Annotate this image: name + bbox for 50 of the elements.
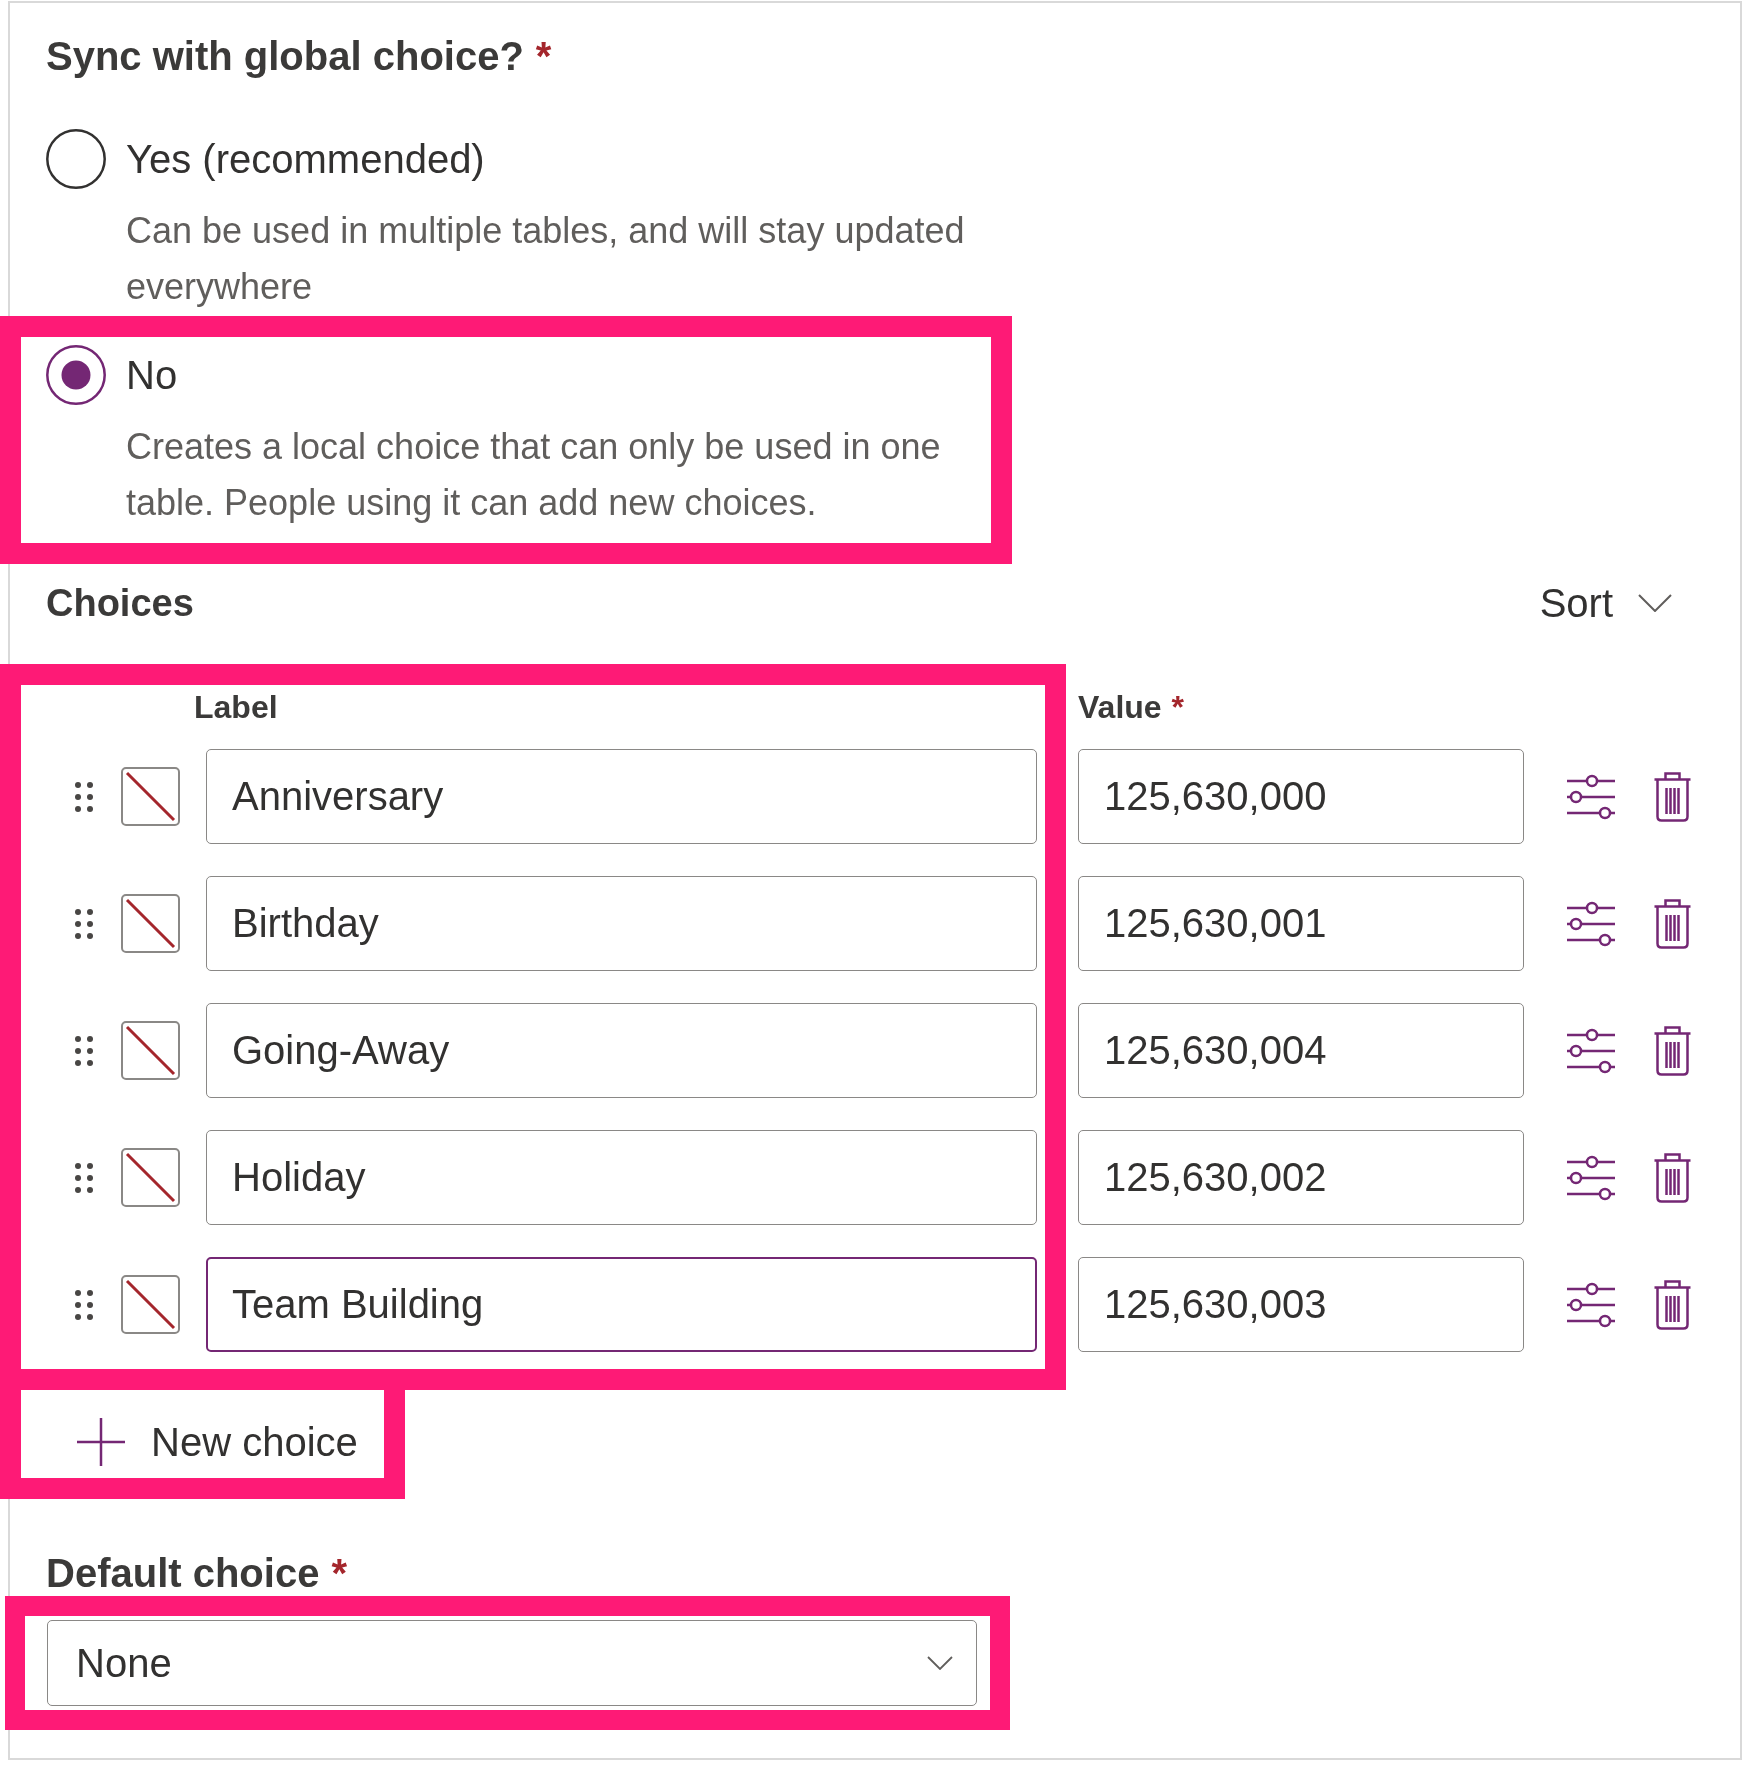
required-asterisk: * <box>331 1550 347 1596</box>
chevron-down-icon <box>927 1656 953 1670</box>
field-label: Default choice <box>46 1550 320 1596</box>
column-header: Value <box>1078 688 1162 726</box>
column-header: Label <box>194 688 278 726</box>
drag-handle-icon[interactable] <box>74 780 94 813</box>
radio-button[interactable] <box>46 129 106 189</box>
drag-handle-icon[interactable] <box>74 1161 94 1194</box>
option-description: Can be used in multiple tables, and will stay updated everywhere <box>126 209 966 309</box>
option-label: Yes (recommended) <box>126 136 485 183</box>
radio-button[interactable] <box>46 345 106 405</box>
sliders-icon[interactable] <box>1566 773 1616 820</box>
default-choice-dropdown[interactable]: None <box>47 1620 977 1706</box>
label-field[interactable]: Birthday <box>206 876 1037 971</box>
option-description: Creates a local choice that can only be used in one table. People using it can add new choices. <box>126 425 942 525</box>
trash-icon[interactable] <box>1653 1279 1692 1330</box>
section-title: Choices <box>46 581 194 626</box>
chevron-down-icon <box>1638 594 1672 612</box>
value-field[interactable]: 125,630,002 <box>1078 1130 1524 1225</box>
label-field[interactable]: Holiday <box>206 1130 1037 1225</box>
field-label: Sync with global choice? <box>46 33 524 79</box>
value-field[interactable]: 125,630,001 <box>1078 876 1524 971</box>
required-asterisk: * <box>535 33 552 79</box>
color-swatch-icon[interactable] <box>121 1021 180 1080</box>
value-field[interactable]: 125,630,000 <box>1078 749 1524 844</box>
label-field[interactable]: Anniversary <box>206 749 1037 844</box>
sort-button[interactable]: Sort <box>1539 580 1672 626</box>
trash-icon[interactable] <box>1653 1025 1692 1076</box>
plus-icon <box>76 1417 126 1467</box>
color-swatch-icon[interactable] <box>121 767 180 826</box>
color-swatch-icon[interactable] <box>121 894 180 953</box>
value-field[interactable]: 125,630,003 <box>1078 1257 1524 1352</box>
new-choice-button[interactable]: New choice <box>76 1412 358 1472</box>
trash-icon[interactable] <box>1653 1152 1692 1203</box>
label-field[interactable]: Going-Away <box>206 1003 1037 1098</box>
sliders-icon[interactable] <box>1566 900 1616 947</box>
sliders-icon[interactable] <box>1566 1027 1616 1074</box>
sliders-icon[interactable] <box>1566 1154 1616 1201</box>
trash-icon[interactable] <box>1653 898 1692 949</box>
color-swatch-icon[interactable] <box>121 1148 180 1207</box>
sliders-icon[interactable] <box>1566 1281 1616 1328</box>
trash-icon[interactable] <box>1653 771 1692 822</box>
value-field[interactable]: 125,630,004 <box>1078 1003 1524 1098</box>
drag-handle-icon[interactable] <box>74 907 94 940</box>
option-label: No <box>126 352 178 399</box>
drag-handle-icon[interactable] <box>74 1034 94 1067</box>
label-field[interactable]: Team Building <box>206 1257 1037 1352</box>
color-swatch-icon[interactable] <box>121 1275 180 1334</box>
drag-handle-icon[interactable] <box>74 1288 94 1321</box>
required-asterisk: * <box>1171 688 1185 726</box>
